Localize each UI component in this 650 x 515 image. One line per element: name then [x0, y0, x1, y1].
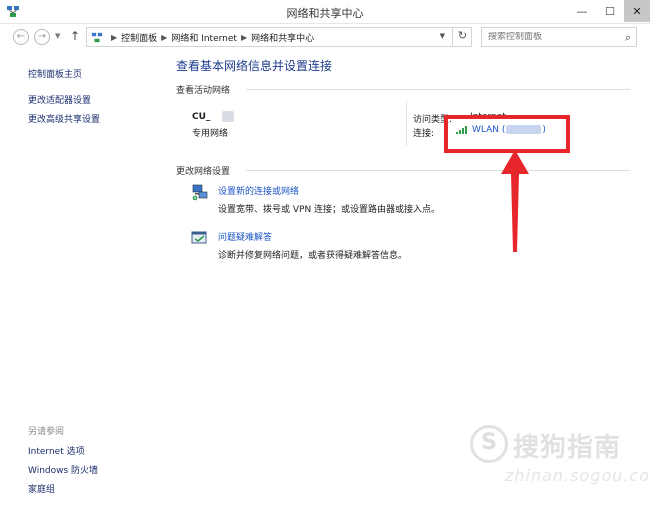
see-also-heading: 另请参阅 [28, 427, 65, 437]
address-bar[interactable]: ▶ 控制面板 ▶ 网络和 Internet ▶ 网络和共享中心 ▼ [86, 27, 472, 47]
breadcrumb-item[interactable]: 网络和 Internet [171, 31, 237, 44]
address-dropdown-chevron-icon[interactable]: ▼ [440, 32, 445, 40]
close-button[interactable]: ✕ [624, 0, 650, 22]
watermark-brand: 搜狗指南 [513, 433, 622, 463]
maximize-button[interactable]: ☐ [596, 0, 624, 22]
recent-locations-chevron-icon[interactable]: ▼ [55, 32, 60, 40]
sidebar-item-change-advanced-sharing[interactable]: 更改高级共享设置 [28, 112, 100, 125]
see-also-homegroup[interactable]: 家庭组 [28, 482, 55, 495]
forward-button[interactable]: → [34, 29, 50, 45]
see-also-windows-firewall[interactable]: Windows 防火墙 [28, 463, 98, 476]
annotation-arrow [501, 150, 529, 252]
connections-label: 连接: [413, 129, 435, 139]
breadcrumb-separator-icon: ▶ [111, 32, 118, 42]
window-title: 网络和共享中心 [286, 7, 364, 20]
setup-connection-description: 设置宽带、拨号或 VPN 连接；或设置路由器或接入点。 [218, 205, 441, 215]
navigation-bar: ← → ▼ ↑ ▶ 控制面板 ▶ 网络和 Internet ▶ 网络和共享中心 … [0, 24, 650, 50]
search-input[interactable] [488, 32, 616, 42]
up-button[interactable]: ↑ [70, 29, 80, 43]
search-box[interactable]: ⌕ [481, 27, 637, 47]
troubleshoot-description: 诊断并修复网络问题，或者获得疑难解答信息。 [218, 251, 408, 261]
sidebar-item-control-panel-home[interactable]: 控制面板主页 [28, 67, 82, 80]
breadcrumb-item[interactable]: 控制面板 [121, 31, 157, 44]
refresh-button[interactable]: ↻ [452, 27, 472, 47]
network-setup-icon [192, 184, 208, 201]
change-settings-heading: 更改网络设置 [176, 167, 231, 177]
control-panel-icon [91, 32, 103, 42]
sidebar: 控制面板主页 更改适配器设置 更改高级共享设置 另请参阅 Internet 选项… [0, 51, 160, 515]
troubleshoot-link[interactable]: 问题疑难解答 [218, 230, 272, 243]
breadcrumb-separator-icon[interactable]: ▶ [241, 33, 247, 42]
setup-connection-link[interactable]: 设置新的连接或网络 [218, 184, 299, 197]
sidebar-item-change-adapter-settings[interactable]: 更改适配器设置 [28, 93, 91, 106]
section-divider [246, 170, 630, 171]
page-title: 查看基本网络信息并设置连接 [176, 59, 333, 73]
breadcrumb-item[interactable]: 网络和共享中心 [251, 31, 314, 44]
see-also-internet-options[interactable]: Internet 选项 [28, 444, 85, 457]
watermark-url: zhinan.sogou.com [505, 466, 650, 485]
network-type[interactable]: 专用网络 [192, 126, 228, 139]
troubleshoot-icon [191, 231, 207, 244]
active-networks-heading: 查看活动网络 [176, 86, 231, 96]
search-icon[interactable]: ⌕ [625, 31, 631, 45]
vertical-divider [406, 101, 407, 146]
breadcrumb-separator-icon[interactable]: ▶ [161, 33, 167, 42]
minimize-button[interactable]: — [568, 0, 596, 22]
back-button[interactable]: ← [13, 29, 29, 45]
title-bar: 网络和共享中心 — ☐ ✕ [0, 0, 650, 24]
redacted-network-name [222, 111, 234, 122]
network-name: CU_ [192, 112, 211, 122]
watermark-logo-icon [470, 425, 508, 463]
section-divider [246, 89, 630, 90]
